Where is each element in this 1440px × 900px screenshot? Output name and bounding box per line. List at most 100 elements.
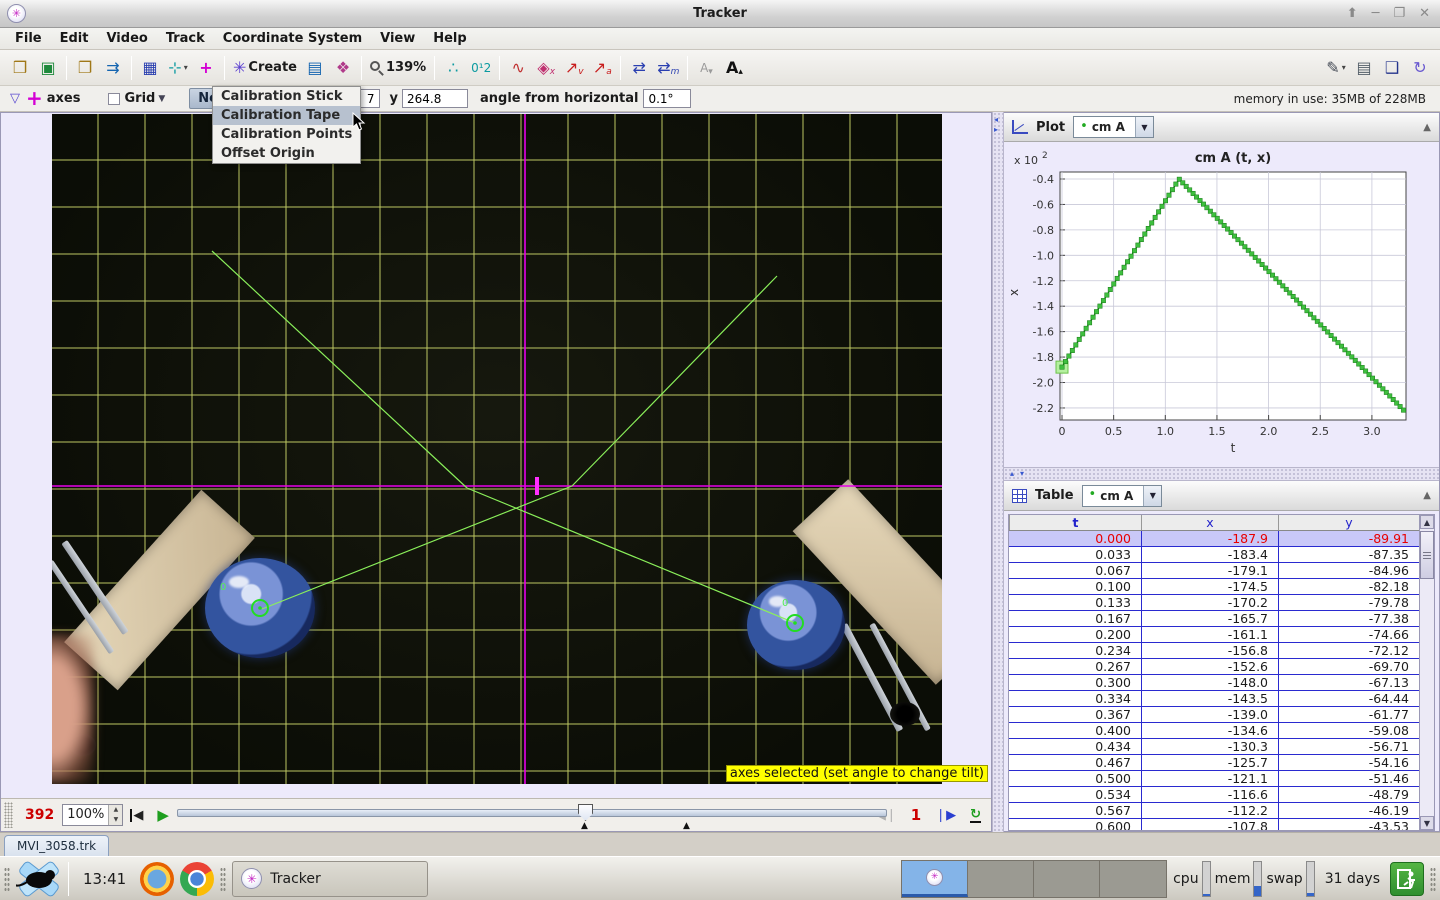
- plot-track-dropdown[interactable]: • cm A ▼: [1073, 116, 1154, 138]
- table-cell[interactable]: 0.267: [1009, 659, 1141, 674]
- data-point[interactable]: [1156, 210, 1160, 214]
- table-cell[interactable]: -79.78: [1278, 595, 1419, 610]
- table-cell[interactable]: -187.9: [1141, 531, 1278, 546]
- shade-button[interactable]: ⬆: [1347, 7, 1358, 20]
- table-cell[interactable]: -43.53: [1278, 819, 1419, 830]
- table-cell[interactable]: 0.000: [1009, 531, 1141, 546]
- rate-down-icon[interactable]: ▼: [109, 815, 122, 825]
- data-point[interactable]: [1146, 226, 1150, 230]
- clock[interactable]: 13:41: [75, 870, 134, 888]
- workspace-pager[interactable]: ✳: [901, 860, 1167, 898]
- table-cell[interactable]: 0.567: [1009, 803, 1141, 818]
- table-cell[interactable]: -74.66: [1278, 627, 1419, 642]
- table-cell[interactable]: 0.133: [1009, 595, 1141, 610]
- table-row[interactable]: 0.133-170.2-79.78: [1009, 595, 1419, 611]
- video-frame[interactable]: 0 0: [52, 114, 942, 784]
- column-header-t[interactable]: t: [1009, 515, 1141, 530]
- clip-settings-button[interactable]: ▦: [136, 54, 164, 81]
- table-cell[interactable]: 0.234: [1009, 643, 1141, 658]
- divider-down-icon[interactable]: ▾: [1020, 468, 1024, 481]
- panel-end-handle[interactable]: [1430, 867, 1436, 891]
- table-cell[interactable]: -64.44: [1278, 691, 1419, 706]
- table-cell[interactable]: -82.18: [1278, 579, 1419, 594]
- main-split-divider[interactable]: ◂ ▸: [992, 112, 1004, 832]
- menu-item-calibration-stick[interactable]: Calibration Stick: [213, 87, 360, 106]
- chevron-down-icon[interactable]: ▼: [1135, 117, 1153, 137]
- drawings-button[interactable]: ✎▾: [1322, 54, 1350, 81]
- track-control-button[interactable]: ▤: [301, 54, 329, 81]
- velocities-button[interactable]: ↗v: [560, 54, 588, 81]
- table-cell[interactable]: 0.600: [1009, 819, 1141, 830]
- menu-item-calibration-points[interactable]: Calibration Points: [213, 125, 360, 144]
- ray-right-upper[interactable]: [572, 276, 777, 486]
- workspace-1[interactable]: ✳: [902, 861, 968, 897]
- positions-button[interactable]: ◈x: [532, 54, 560, 81]
- table-cell[interactable]: 0.033: [1009, 547, 1141, 562]
- data-point[interactable]: [1094, 309, 1098, 313]
- table-cell[interactable]: -87.35: [1278, 547, 1419, 562]
- table-row[interactable]: 0.167-165.7-77.38: [1009, 611, 1419, 627]
- menu-video[interactable]: Video: [97, 29, 156, 48]
- autotracker-button[interactable]: ❖: [329, 54, 357, 81]
- rate-value[interactable]: 100%: [63, 805, 108, 825]
- y-field[interactable]: [402, 89, 468, 108]
- data-point[interactable]: [1115, 276, 1119, 280]
- data-point[interactable]: [1081, 332, 1085, 336]
- table-row[interactable]: 0.334-143.5-64.44: [1009, 691, 1419, 707]
- table-cell[interactable]: -51.46: [1278, 771, 1419, 786]
- open-library-button[interactable]: ❐: [71, 54, 99, 81]
- axes-visible-button[interactable]: +: [192, 54, 220, 81]
- mem-monitor[interactable]: mem: [1215, 861, 1263, 897]
- scrub-track[interactable]: [177, 809, 887, 817]
- angle-field[interactable]: [643, 89, 691, 108]
- table-cell[interactable]: -54.16: [1278, 755, 1419, 770]
- data-point[interactable]: [1112, 282, 1116, 286]
- table-row[interactable]: 0.434-130.3-56.71: [1009, 739, 1419, 755]
- table-row[interactable]: 0.000-187.9-89.91: [1009, 531, 1419, 547]
- table-row[interactable]: 0.267-152.6-69.70: [1009, 659, 1419, 675]
- table-row[interactable]: 0.367-139.0-61.77: [1009, 707, 1419, 723]
- xfce-menu-icon[interactable]: [16, 860, 62, 898]
- menu-track[interactable]: Track: [157, 29, 214, 48]
- table-row[interactable]: 0.500-121.1-51.46: [1009, 771, 1419, 787]
- in-point-marker[interactable]: ▲: [581, 822, 588, 831]
- column-header-y[interactable]: y: [1278, 515, 1419, 530]
- player-drag-handle[interactable]: [4, 802, 13, 828]
- table-cell[interactable]: -143.5: [1141, 691, 1278, 706]
- column-header-x[interactable]: x: [1141, 515, 1278, 530]
- table-cell[interactable]: 0.100: [1009, 579, 1141, 594]
- table-cell[interactable]: -161.1: [1141, 627, 1278, 642]
- table-cell[interactable]: -56.71: [1278, 739, 1419, 754]
- data-point[interactable]: [1105, 293, 1109, 297]
- scrub-thumb[interactable]: [578, 804, 593, 821]
- table-row[interactable]: 0.600-107.8-43.53: [1009, 819, 1419, 830]
- menu-view[interactable]: View: [371, 29, 424, 48]
- table-cell[interactable]: 0.367: [1009, 707, 1141, 722]
- rate-spinner[interactable]: 100% ▲▼: [62, 804, 123, 826]
- table-row[interactable]: 0.033-183.4-87.35: [1009, 547, 1419, 563]
- data-point[interactable]: [1060, 365, 1064, 369]
- data-point[interactable]: [1087, 321, 1091, 325]
- table-cell[interactable]: -134.6: [1141, 723, 1278, 738]
- accelerations-button[interactable]: ↗a: [588, 54, 616, 81]
- table-cell[interactable]: -179.1: [1141, 563, 1278, 578]
- table-cell[interactable]: -139.0: [1141, 707, 1278, 722]
- table-cell[interactable]: -84.96: [1278, 563, 1419, 578]
- data-point[interactable]: [1129, 254, 1133, 258]
- loop-button[interactable]: ↻: [970, 808, 981, 823]
- data-point[interactable]: [1108, 287, 1112, 291]
- plot-table-divider[interactable]: ▴ ▾: [1004, 467, 1439, 481]
- table-row[interactable]: 0.467-125.7-54.16: [1009, 755, 1419, 771]
- rate-up-icon[interactable]: ▲: [109, 805, 122, 815]
- table-cell[interactable]: -61.77: [1278, 707, 1419, 722]
- data-point[interactable]: [1139, 237, 1143, 241]
- table-cell[interactable]: 0.334: [1009, 691, 1141, 706]
- table-row[interactable]: 0.067-179.1-84.96: [1009, 563, 1419, 579]
- step-size[interactable]: 1: [911, 808, 921, 823]
- notes-button[interactable]: ▤: [1350, 54, 1378, 81]
- table-cell[interactable]: -121.1: [1141, 771, 1278, 786]
- workspace-3[interactable]: [1034, 861, 1100, 897]
- table-cell[interactable]: -125.7: [1141, 755, 1278, 770]
- panel-drag-handle[interactable]: [4, 867, 10, 891]
- scroll-down-icon[interactable]: ▼: [1420, 816, 1434, 830]
